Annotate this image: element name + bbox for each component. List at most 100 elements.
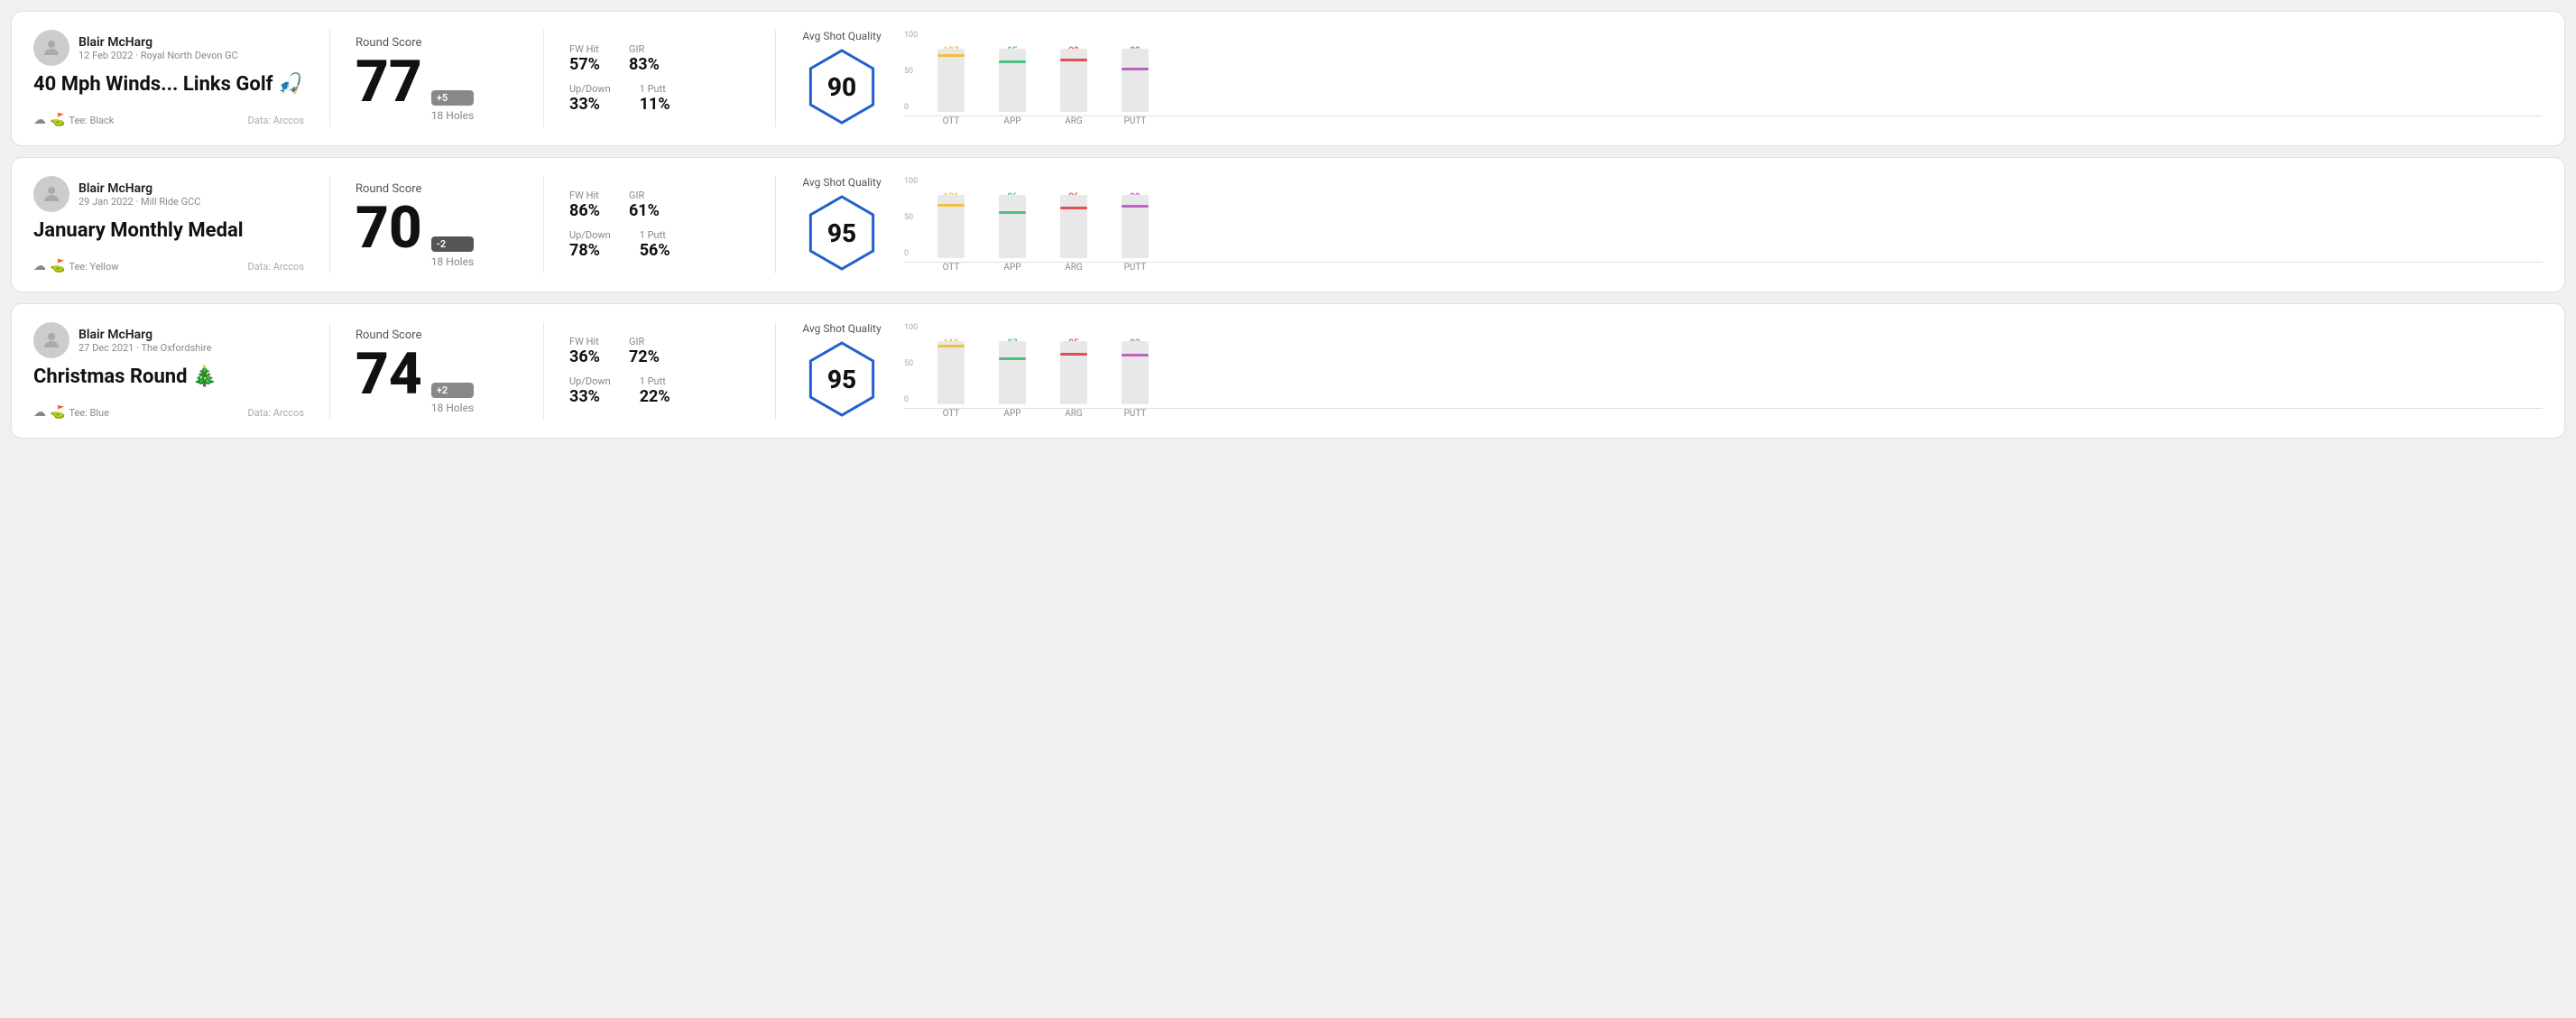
- user-details: Blair McHarg 12 Feb 2022 · Royal North D…: [78, 35, 238, 61]
- chart-bar-group: 107: [933, 46, 969, 112]
- holes-label: 18 Holes: [431, 255, 474, 268]
- round-left-section: Blair McHarg 29 Jan 2022 · Mill Ride GCC…: [33, 176, 304, 273]
- hexagon-score: 90: [827, 72, 856, 102]
- chart-y-axis: 100 50 0: [904, 323, 918, 404]
- chart-axis-label: OTT: [933, 409, 969, 419]
- bar-line: [1060, 207, 1087, 209]
- bar-wrap: [1122, 58, 1149, 112]
- score-row: 77 +5 18 Holes: [355, 53, 518, 122]
- tee-info: ☁ ⛳ Tee: Black: [33, 113, 114, 127]
- chart-labels-row: OTTAPPARGPUTT: [904, 116, 2543, 126]
- up-down-value: 33%: [569, 95, 611, 114]
- bar-chart: 100 50 0 110 87 95: [904, 323, 2543, 419]
- score-badge: +2: [431, 383, 474, 398]
- up-down-label: Up/Down: [569, 229, 611, 241]
- bar-wrap: [1060, 350, 1087, 404]
- chart-axis-label: ARG: [1056, 116, 1092, 126]
- score-diff-col: -2 18 Holes: [431, 236, 474, 268]
- section-divider: [329, 322, 330, 420]
- one-putt-label: 1 Putt: [640, 375, 670, 387]
- chart-axis-label: APP: [994, 116, 1030, 126]
- stat-fw-hit: FW Hit 36%: [569, 336, 600, 366]
- avatar: [33, 176, 69, 212]
- holes-label: 18 Holes: [431, 109, 474, 122]
- data-source: Data: Arccos: [248, 407, 304, 419]
- user-info: Blair McHarg 12 Feb 2022 · Royal North D…: [33, 30, 304, 66]
- chart-labels-row: OTTAPPARGPUTT: [904, 262, 2543, 273]
- data-source: Data: Arccos: [248, 261, 304, 273]
- chart-bars-container: 100 50 0 110 87 95: [904, 323, 2543, 404]
- gir-label: GIR: [629, 336, 660, 347]
- stat-up-down: Up/Down 33%: [569, 83, 611, 114]
- fw-hit-value: 86%: [569, 201, 600, 220]
- bar-wrap: [937, 204, 965, 258]
- bar-wrap: [1060, 204, 1087, 258]
- round-left-section: Blair McHarg 12 Feb 2022 · Royal North D…: [33, 30, 304, 127]
- round-left-section: Blair McHarg 27 Dec 2021 · The Oxfordshi…: [33, 322, 304, 420]
- bar-chart: 100 50 0 107 95 98: [904, 31, 2543, 126]
- chart-bar-group: 82: [1117, 46, 1153, 112]
- bar-wrap: [999, 350, 1026, 404]
- up-down-value: 78%: [569, 241, 611, 260]
- section-divider: [329, 30, 330, 127]
- one-putt-label: 1 Putt: [640, 83, 670, 95]
- stats-row-bottom: Up/Down 33% 1 Putt 11%: [569, 83, 750, 114]
- quality-label: Avg Shot Quality: [802, 30, 881, 42]
- quality-label: Avg Shot Quality: [802, 176, 881, 189]
- bag-icon: ⛳: [50, 113, 65, 127]
- gir-value: 83%: [629, 55, 660, 74]
- user-date-course: 27 Dec 2021 · The Oxfordshire: [78, 342, 211, 354]
- chart-axis-label: PUTT: [1117, 409, 1153, 419]
- chart-y-axis: 100 50 0: [904, 177, 918, 258]
- chart-axis-label: PUTT: [1117, 263, 1153, 273]
- tee-info: ☁ ⛳ Tee: Yellow: [33, 259, 119, 273]
- chart-bar-group: 86: [994, 192, 1030, 258]
- user-info: Blair McHarg 29 Jan 2022 · Mill Ride GCC: [33, 176, 304, 212]
- fw-hit-label: FW Hit: [569, 190, 600, 201]
- fw-hit-label: FW Hit: [569, 336, 600, 347]
- stat-fw-hit: FW Hit 86%: [569, 190, 600, 220]
- user-details: Blair McHarg 27 Dec 2021 · The Oxfordshi…: [78, 328, 211, 354]
- fw-hit-value: 36%: [569, 347, 600, 366]
- fw-hit-value: 57%: [569, 55, 600, 74]
- one-putt-value: 11%: [640, 95, 670, 114]
- one-putt-value: 56%: [640, 241, 670, 260]
- bar-wrap: [1122, 350, 1149, 404]
- score-row: 74 +2 18 Holes: [355, 346, 518, 414]
- up-down-value: 33%: [569, 387, 611, 406]
- weather-icon: ☁: [33, 113, 46, 127]
- stat-gir: GIR 61%: [629, 190, 660, 220]
- chart-bar-group: 99: [1117, 192, 1153, 258]
- bar-line: [999, 211, 1026, 214]
- bar-line: [1122, 205, 1149, 208]
- score-section: Round Score 77 +5 18 Holes: [355, 30, 518, 127]
- stat-gir: GIR 83%: [629, 43, 660, 74]
- section-divider-3: [775, 30, 776, 127]
- section-divider-3: [775, 322, 776, 420]
- bar-line: [1060, 353, 1087, 356]
- bottom-meta: ☁ ⛳ Tee: Yellow Data: Arccos: [33, 259, 304, 273]
- bar-line: [937, 204, 965, 207]
- user-date-course: 29 Jan 2022 · Mill Ride GCC: [78, 196, 200, 208]
- bar-background: [1060, 341, 1087, 404]
- holes-label: 18 Holes: [431, 402, 474, 414]
- user-details: Blair McHarg 29 Jan 2022 · Mill Ride GCC: [78, 181, 200, 208]
- tee-label: Tee: Yellow: [69, 261, 118, 273]
- round-card-round3: Blair McHarg 27 Dec 2021 · The Oxfordshi…: [11, 303, 2565, 439]
- weather-icon: ☁: [33, 405, 46, 420]
- bar-wrap: [999, 204, 1026, 258]
- chart-bar-group: 93: [1117, 338, 1153, 404]
- hexagon-score: 95: [827, 365, 856, 394]
- stat-up-down: Up/Down 78%: [569, 229, 611, 260]
- chart-section: Avg Shot Quality 95 100 50 0 101: [801, 176, 2543, 273]
- chart-axis-label: APP: [994, 409, 1030, 419]
- gir-label: GIR: [629, 43, 660, 55]
- bottom-meta: ☁ ⛳ Tee: Blue Data: Arccos: [33, 405, 304, 420]
- up-down-label: Up/Down: [569, 83, 611, 95]
- bag-icon: ⛳: [50, 259, 65, 273]
- one-putt-label: 1 Putt: [640, 229, 670, 241]
- gir-value: 72%: [629, 347, 660, 366]
- user-info: Blair McHarg 27 Dec 2021 · The Oxfordshi…: [33, 322, 304, 358]
- stats-section: FW Hit 57% GIR 83% Up/Down 33% 1 Putt 11…: [569, 30, 750, 127]
- hexagon-container: 95: [801, 192, 882, 273]
